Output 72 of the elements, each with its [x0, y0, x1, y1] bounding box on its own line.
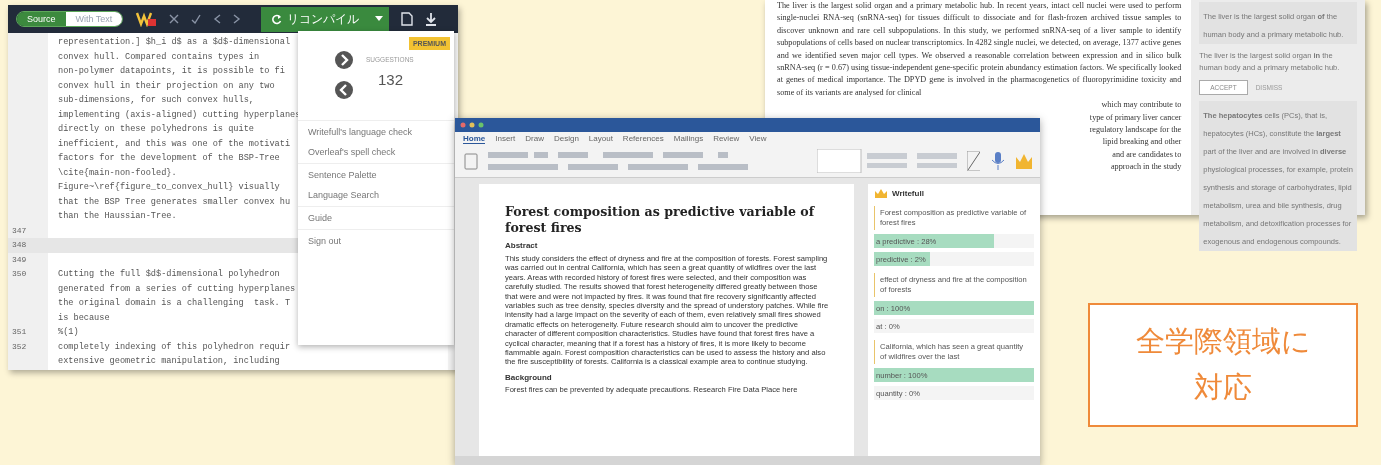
- ribbon-tab[interactable]: Review: [713, 134, 740, 144]
- mode-toggle[interactable]: Source With Text: [16, 11, 124, 27]
- code-line: than the Haussian-Tree.: [58, 211, 177, 221]
- writefull-icon[interactable]: [135, 11, 158, 27]
- menu-item[interactable]: Writefull's language check: [308, 127, 454, 137]
- code-line: is because: [58, 312, 110, 323]
- document-icon[interactable]: [401, 12, 414, 26]
- code-line: implementing (axis-aligned) cutting hyperplanes: [58, 109, 301, 120]
- code-line: Cutting the full $d$-dimensional polyhedron: [58, 269, 280, 279]
- line-number: 348: [12, 240, 27, 249]
- code-line: completely indexing of this polyhedron requir: [58, 341, 291, 352]
- code-line: convex hull. Compared contains types in: [58, 51, 260, 62]
- code-line: representation.] $h_i d$ as a $d$-dimensional: [58, 37, 291, 47]
- line-number: 349: [12, 254, 27, 264]
- check-icon[interactable]: [191, 14, 202, 24]
- ribbon-tab[interactable]: Draw: [525, 134, 544, 144]
- ribbon-tab[interactable]: Design: [553, 134, 579, 144]
- code-line: sub-dimensions, for such convex hulls,: [58, 95, 254, 105]
- ribbon-tab[interactable]: Insert: [495, 134, 516, 144]
- line-number: 351: [12, 327, 27, 336]
- chevron-right-icon[interactable]: [233, 14, 242, 24]
- ribbon-tab[interactable]: Layout: [588, 134, 613, 144]
- pane-title: Writefull: [892, 189, 924, 198]
- close-icon[interactable]: [169, 14, 180, 24]
- code-line: non-polymer datapoints, it is possible to fi: [58, 66, 285, 76]
- text-line: lipid breaking and other: [1102, 136, 1182, 149]
- dictate-icon[interactable]: [990, 151, 1006, 171]
- code-line: Figure~\ref{figure_to_convex_hull} visually: [58, 182, 280, 192]
- line-number: 347: [12, 225, 27, 235]
- menu-item[interactable]: Sign out: [308, 236, 454, 246]
- code-line: inefficient, and this was one of the motivati: [58, 138, 291, 149]
- section-heading: Background: [505, 372, 553, 382]
- line-number: 352: [12, 341, 27, 351]
- ribbon-tab[interactable]: References: [622, 134, 664, 144]
- text-line: approach in the study: [1111, 161, 1182, 174]
- code-line: convex hull in their projection on any two: [58, 80, 275, 91]
- code-line: %(1): [58, 327, 79, 337]
- menu-item[interactable]: Sentence Palette: [308, 170, 454, 180]
- document-title: Forest composition as predictive variable of forest fires: [505, 204, 816, 236]
- dropdown-button[interactable]: [369, 7, 390, 31]
- refresh-icon: [271, 13, 283, 25]
- download-icon[interactable]: [425, 12, 438, 26]
- callout-text: 全学際領域に: [1135, 323, 1311, 360]
- mode-option[interactable]: With Text: [65, 12, 123, 26]
- recompile-button[interactable]: リコンパイル: [261, 6, 370, 32]
- crown-icon: [874, 188, 888, 199]
- text-line: regulatory landscape for the: [1089, 124, 1182, 137]
- styles-pane-icon[interactable]: [967, 151, 981, 171]
- section-heading: Abstract: [505, 241, 539, 250]
- suggestions-count: 132: [377, 71, 405, 88]
- code-line: generated from a series of cutting hyperplanes: [58, 283, 296, 294]
- code-line: factors for the development of the BSP-Tree: [58, 153, 280, 163]
- mode-option[interactable]: Source: [17, 12, 66, 26]
- code-line: directly on these polyhedrons is quite: [58, 124, 254, 134]
- caret-icon: [375, 16, 384, 22]
- menu-item[interactable]: Guide: [308, 213, 454, 223]
- text-line: which may contribute to: [1101, 99, 1182, 112]
- menu-item[interactable]: Language Search: [308, 190, 454, 200]
- window-controls-icon[interactable]: [460, 122, 486, 128]
- text-line: and are candidates to: [1112, 148, 1182, 161]
- menu-item[interactable]: Overleaf's spell check: [308, 147, 454, 157]
- code-line: the original domain is a challenging task. T: [58, 298, 291, 308]
- line-number: 350: [12, 269, 27, 278]
- code-line: that the BSP Tree generates smaller convex hu: [58, 196, 291, 207]
- ribbon-tab[interactable]: Home: [463, 134, 486, 144]
- code-line: \cite{main-non-fooled}.: [58, 167, 177, 178]
- code-line: extensive geometric manipulation, including: [58, 356, 280, 366]
- chevron-left-icon[interactable]: [213, 14, 222, 24]
- text-line: type of primary liver cancer: [1089, 111, 1182, 124]
- callout-text: 対応: [1194, 369, 1252, 406]
- ribbon-tab[interactable]: View: [749, 134, 767, 144]
- ribbon-tab[interactable]: Mailings: [673, 134, 704, 144]
